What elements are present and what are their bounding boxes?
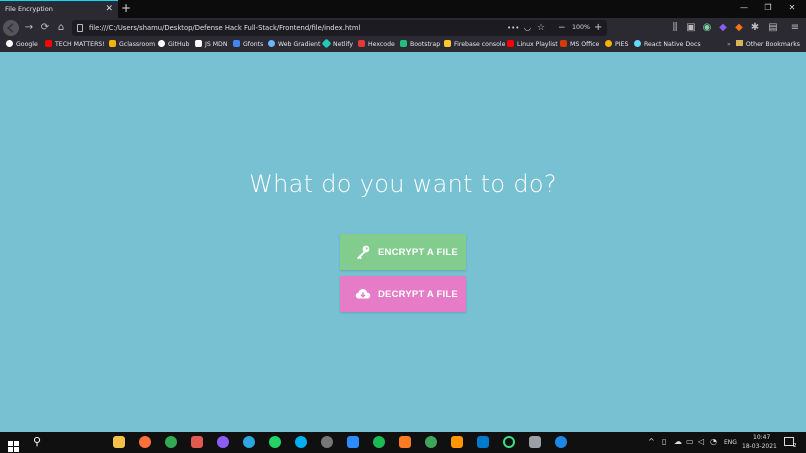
maximize-button[interactable]: ❐ [756,0,780,18]
bookmark-hexcode[interactable]: Hexcode [358,38,395,52]
app-ring-icon[interactable] [503,436,515,448]
sidebar-icon[interactable]: ▣ [684,21,698,35]
encrypt-file-button[interactable]: ENCRYPT A FILE [340,234,466,270]
network-icon[interactable]: ◔ [710,437,717,446]
extension-icon[interactable]: ◆ [716,21,730,35]
bookmark-firebase[interactable]: Firebase console [444,38,505,52]
bookmark-linux-playlist[interactable]: Linux Playlist [507,38,558,52]
minimize-button[interactable]: — [732,0,756,18]
file-explorer-icon[interactable] [113,436,125,448]
zoom-app-icon[interactable] [347,436,359,448]
bookmark-react-native-docs[interactable]: React Native Docs [634,38,701,52]
decrypt-button-label: DECRYPT A FILE [378,288,458,300]
app-blue-icon[interactable] [555,436,567,448]
tab-bar: File Encryption ✕ + — ❐ ✕ [0,0,806,18]
github-desktop-icon[interactable] [217,436,229,448]
zoom-out-icon[interactable]: − [558,20,566,36]
home-icon[interactable]: ⌂ [54,21,68,35]
page-heading: What do you want to do? [249,170,557,198]
cloud-download-icon [355,286,371,302]
bookmark-pies[interactable]: PIES [605,38,628,52]
bookmarks-bar: Google TECH MATTERS! Gclassroom GitHub J… [0,38,806,52]
library-icon[interactable]: ⫼ [668,21,682,35]
page-icon [77,24,83,32]
telegram-icon[interactable] [243,436,255,448]
search-icon[interactable]: ⚲ [33,435,41,448]
clock-time[interactable]: 10:47 [753,434,770,441]
vscode-icon[interactable] [477,436,489,448]
key-icon [355,244,371,260]
zoom-in-icon[interactable]: + [594,20,602,36]
chrome-icon[interactable] [165,436,177,448]
tray-expand-icon[interactable]: ^ [648,437,655,446]
bookmark-netlify[interactable]: Netlify [321,38,353,52]
url-bar[interactable]: file:///C:/Users/shamu/Desktop/Defense H… [72,20,607,36]
firefox-icon[interactable] [139,436,151,448]
reload-icon[interactable]: ⟳ [38,21,52,35]
clock-date[interactable]: 18-03-2021 [742,443,777,450]
window-close-button[interactable]: ✕ [780,0,804,18]
page-content: What do you want to do? ENCRYPT A FILE D… [0,52,806,432]
onedrive-icon[interactable]: ☁ [674,437,682,446]
volume-icon[interactable]: ◁ [698,437,704,446]
settings-gear-icon[interactable]: ✱ [748,21,762,35]
bookmark-github[interactable]: GitHub [158,38,189,52]
bookmark-bootstrap[interactable]: Bootstrap [400,38,440,52]
notification-count: 2 [793,443,797,449]
decrypt-file-button[interactable]: DECRYPT A FILE [340,276,466,312]
more-bookmarks-icon[interactable]: » [727,38,731,52]
pocket-icon[interactable]: ◡ [524,20,531,36]
whatsapp-icon[interactable] [269,436,281,448]
app-icon[interactable] [191,436,203,448]
bookmark-gclassroom[interactable]: Gclassroom [109,38,155,52]
encrypt-button-label: ENCRYPT A FILE [378,246,458,258]
xampp-icon[interactable] [399,436,411,448]
tab-title: File Encryption [5,5,53,13]
tab-file-encryption[interactable]: File Encryption ✕ [0,0,118,18]
windows-start-icon[interactable] [8,437,19,453]
extension-box-icon[interactable]: ▤ [766,21,780,35]
app-circle-icon[interactable] [321,436,333,448]
language-indicator[interactable]: ENG [724,439,737,446]
bookmark-web-gradient[interactable]: Web Gradient [268,38,320,52]
back-button[interactable] [3,20,19,36]
spotify-icon[interactable] [373,436,385,448]
bookmark-google[interactable]: Google [6,38,38,52]
zoom-level[interactable]: 100% [572,20,590,36]
extension-fox-icon[interactable]: ◆ [732,21,746,35]
url-text: file:///C:/Users/shamu/Desktop/Defense H… [89,24,361,32]
menu-icon[interactable]: ≡ [788,21,802,35]
bookmark-gfonts[interactable]: Gfonts [233,38,263,52]
sublime-text-icon[interactable] [451,436,463,448]
new-tab-button[interactable]: + [121,0,131,16]
tray-app-icon[interactable]: ▯ [662,437,666,446]
navigation-bar: → ⟳ ⌂ file:///C:/Users/shamu/Desktop/Def… [0,18,806,38]
page-actions-icon[interactable]: ••• [507,20,519,36]
battery-icon[interactable]: ▭ [686,437,694,446]
skype-icon[interactable] [295,436,307,448]
forward-icon[interactable]: → [22,21,36,35]
app-green-icon[interactable] [425,436,437,448]
account-icon[interactable]: ◉ [700,21,714,35]
bookmark-js-mdn[interactable]: JS MDN [195,38,227,52]
virtualbox-icon[interactable] [529,436,541,448]
bookmark-ms-office[interactable]: MS Office [560,38,599,52]
taskbar: ⚲ ^ ▯ ☁ ▭ ◁ ◔ ENG 10:47 18-03-2021 2 [0,432,806,453]
other-bookmarks[interactable]: Other Bookmarks [735,38,800,52]
tab-close-icon[interactable]: ✕ [105,1,113,17]
bookmark-tech-matters[interactable]: TECH MATTERS! [45,38,105,52]
bookmark-star-icon[interactable]: ☆ [537,20,545,36]
